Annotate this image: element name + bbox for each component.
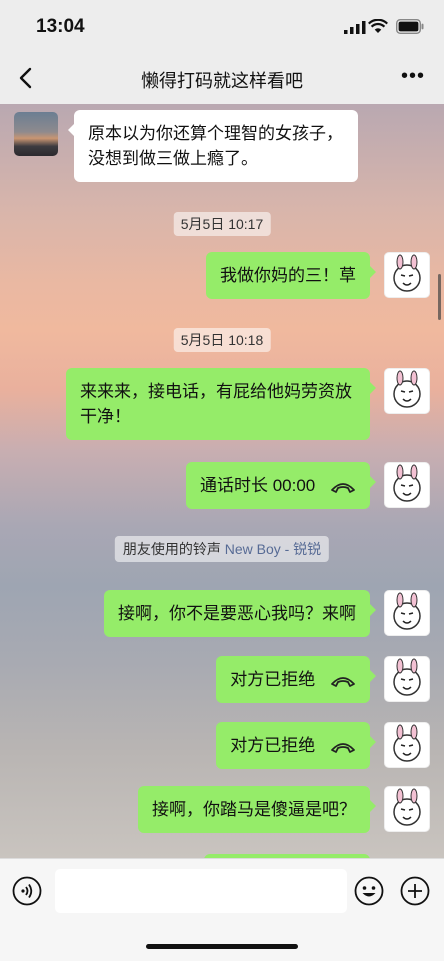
my-avatar[interactable] xyxy=(384,656,430,702)
my-avatar[interactable] xyxy=(384,368,430,414)
phone-hangup-icon xyxy=(331,482,355,493)
ringtone-label: 朋友使用的铃声 xyxy=(122,541,221,557)
timestamp: 5月5日 10:18 xyxy=(173,328,271,352)
ringtone-song-link[interactable]: New Boy - 锐锐 xyxy=(225,541,321,557)
battery-icon xyxy=(396,19,424,34)
message-input[interactable] xyxy=(55,869,347,913)
emoji-icon[interactable] xyxy=(354,876,384,906)
wifi-icon xyxy=(368,19,388,33)
call-duration-text: 通话时长 00:00 xyxy=(200,476,316,495)
my-avatar[interactable] xyxy=(384,462,430,508)
plus-icon[interactable] xyxy=(400,876,430,906)
message-bubble-outgoing[interactable]: 接啊，你踏马是傻逼是吧？ xyxy=(138,786,376,833)
message-bubble-outgoing[interactable]: 来来来，接电话，有屁给他妈劳资放干净！ xyxy=(66,368,376,440)
call-status-text: 对方已拒绝 xyxy=(230,670,316,689)
home-indicator[interactable] xyxy=(146,944,298,949)
call-status-text: 对方已拒绝 xyxy=(230,736,316,755)
my-avatar[interactable] xyxy=(384,786,430,832)
call-record-bubble[interactable]: 对方已拒绝 xyxy=(216,722,376,769)
phone-hangup-icon xyxy=(331,742,355,753)
status-time: 13:04 xyxy=(36,16,85,37)
status-bar: 13:04 xyxy=(0,0,444,54)
phone-hangup-icon xyxy=(331,676,355,687)
my-avatar[interactable] xyxy=(384,590,430,636)
message-text: 来来来，接电话，有屁给他妈劳资放干净！ xyxy=(80,382,352,426)
call-record-bubble[interactable]: 对方已拒绝 xyxy=(216,656,376,703)
message-text: 原本以为你还算个理智的女孩子，没想到做三做上瘾了。 xyxy=(88,124,343,168)
message-bubble-outgoing[interactable]: 接啊，你不是要恶心我吗？来啊 xyxy=(104,590,376,637)
more-dots-icon[interactable]: ••• xyxy=(398,66,428,92)
ringtone-note: 朋友使用的铃声 New Boy - 锐锐 xyxy=(114,536,330,562)
chat-area[interactable]: 原本以为你还算个理智的女孩子，没想到做三做上瘾了。 5月5日 10:17 我做你… xyxy=(0,104,444,858)
nav-bar: 懒得打码就这样看吧 ••• xyxy=(0,54,444,104)
voice-icon[interactable] xyxy=(12,876,42,906)
my-avatar[interactable] xyxy=(384,252,430,298)
timestamp: 5月5日 10:17 xyxy=(173,212,271,236)
contact-avatar[interactable] xyxy=(14,112,58,156)
scrollbar[interactable] xyxy=(438,274,441,320)
my-avatar[interactable] xyxy=(384,722,430,768)
chat-title: 懒得打码就这样看吧 xyxy=(141,71,303,91)
message-text: 接啊，你不是要恶心我吗？来啊 xyxy=(118,604,356,623)
message-bubble-outgoing[interactable]: 我做你妈的三！草 xyxy=(206,252,376,299)
signal-icon xyxy=(344,21,366,34)
message-bubble-incoming[interactable]: 原本以为你还算个理智的女孩子，没想到做三做上瘾了。 xyxy=(68,110,358,182)
message-text: 接啊，你踏马是傻逼是吧？ xyxy=(152,800,356,819)
message-text: 我做你妈的三！草 xyxy=(220,266,356,285)
call-record-bubble[interactable]: 通话时长 00:00 xyxy=(186,462,376,509)
